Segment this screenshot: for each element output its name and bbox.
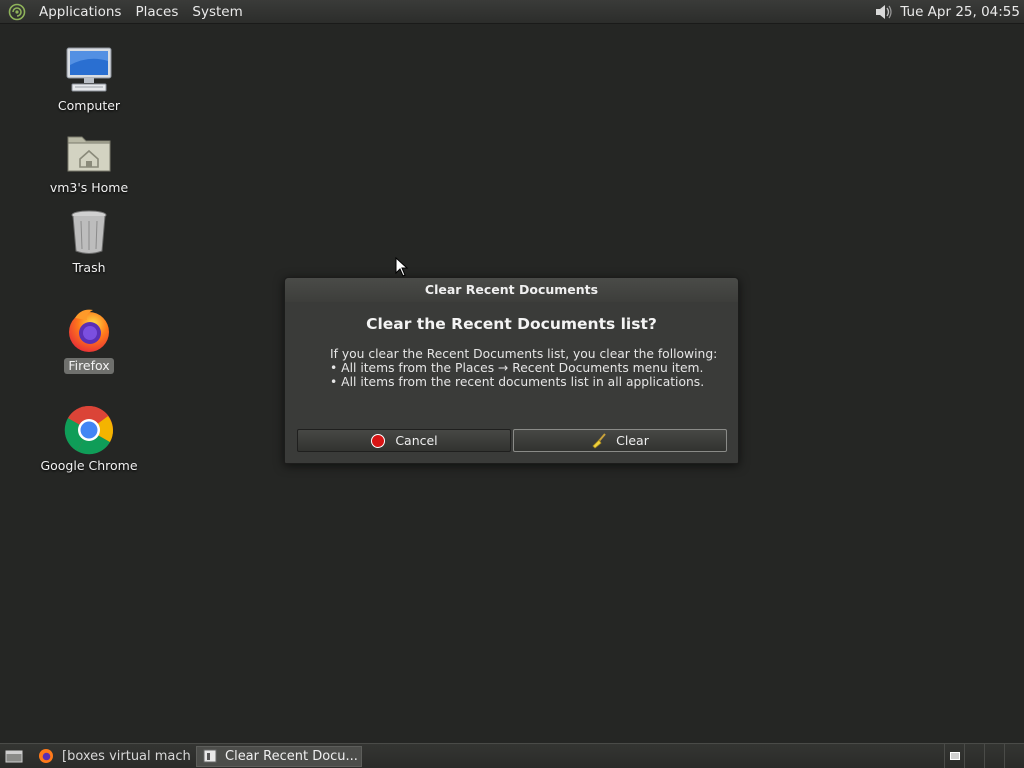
dialog-message: If you clear the Recent Documents list, … xyxy=(330,347,738,389)
firefox-icon xyxy=(63,304,115,356)
dialog-message-line: If you clear the Recent Documents list, … xyxy=(330,347,718,361)
volume-icon[interactable] xyxy=(870,0,896,24)
desktop-icon-trash[interactable]: Trash xyxy=(34,206,144,276)
dialog-message-line: • All items from the recent documents li… xyxy=(330,375,705,389)
dialog-button-row: Cancel Clear xyxy=(297,429,727,452)
mouse-cursor-icon xyxy=(395,257,409,277)
workspace-3[interactable] xyxy=(984,743,1004,768)
desktop-icon-label: Trash xyxy=(72,260,106,275)
chrome-icon xyxy=(63,404,115,456)
desktop-icon-label: vm3's Home xyxy=(49,180,129,195)
home-folder-icon xyxy=(63,126,115,178)
desktop-icon-label: Google Chrome xyxy=(40,458,138,473)
workspace-2[interactable] xyxy=(964,743,984,768)
dialog-title[interactable]: Clear Recent Documents xyxy=(285,278,738,302)
distro-logo-icon[interactable] xyxy=(6,1,28,23)
computer-icon xyxy=(63,44,115,96)
clear-button-label: Clear xyxy=(616,433,649,448)
workspace-4[interactable] xyxy=(1004,743,1024,768)
workspace-1[interactable] xyxy=(944,743,964,768)
desktop-icon-chrome[interactable]: Google Chrome xyxy=(34,404,144,474)
show-desktop-icon[interactable] xyxy=(2,745,26,767)
cancel-button[interactable]: Cancel xyxy=(297,429,511,452)
broom-icon xyxy=(591,432,607,449)
clock[interactable]: Tue Apr 25, 04:55 xyxy=(900,4,1024,20)
system-menu[interactable]: System xyxy=(185,0,249,24)
firefox-icon xyxy=(38,748,54,764)
places-menu[interactable]: Places xyxy=(128,0,185,24)
desktop-icon-computer[interactable]: Computer xyxy=(34,44,144,114)
taskbar-task-label: [boxes virtual machi... xyxy=(62,748,190,764)
desktop-icon-label: Computer xyxy=(57,98,121,113)
desktop-icon-home[interactable]: vm3's Home xyxy=(34,126,144,196)
cancel-button-label: Cancel xyxy=(395,433,438,448)
workspace-switcher xyxy=(944,743,1024,768)
clear-recent-documents-dialog: Clear Recent Documents Clear the Recent … xyxy=(284,277,739,464)
taskbar-task-clear-recent-documents[interactable]: Clear Recent Docu... xyxy=(196,745,362,767)
bottom-panel: [boxes virtual machi... Clear Recent Doc… xyxy=(0,743,1024,768)
cancel-icon xyxy=(370,433,386,449)
top-panel: Applications Places System Tue Apr 25, 0… xyxy=(0,0,1024,24)
dialog-message-line: • All items from the Places → Recent Doc… xyxy=(330,361,704,375)
taskbar-task-label: Clear Recent Docu... xyxy=(225,748,358,764)
desktop-icon-firefox[interactable]: Firefox xyxy=(34,304,144,374)
dialog-heading: Clear the Recent Documents list? xyxy=(366,315,657,333)
trash-icon xyxy=(63,206,115,258)
applications-menu[interactable]: Applications xyxy=(32,0,128,24)
dialog-window-icon xyxy=(203,748,217,764)
clear-button[interactable]: Clear xyxy=(513,429,727,452)
taskbar-task-firefox[interactable]: [boxes virtual machi... xyxy=(32,746,190,767)
desktop-icon-label: Firefox xyxy=(64,358,114,374)
